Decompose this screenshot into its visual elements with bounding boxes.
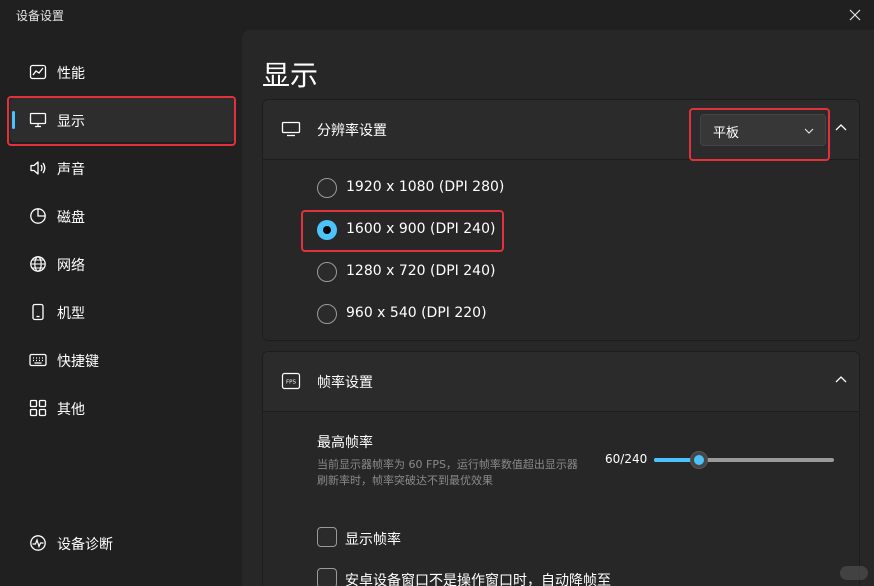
sidebar: 性能 显示 声音 磁盘 网络 机型 快捷键 其他 设备诊断 (0, 30, 242, 586)
sidebar-item-label: 显示 (57, 114, 85, 130)
resolution-option-label: 960 x 540 (DPI 220) (346, 305, 487, 321)
resolution-option[interactable]: 960 x 540 (DPI 220) (317, 302, 617, 326)
resolution-option-selected[interactable]: 1600 x 900 (DPI 240) (317, 218, 617, 242)
resolution-card-header[interactable]: 分辨率设置 平板 (263, 100, 859, 158)
grid-icon (29, 399, 47, 417)
sidebar-item-shortcuts[interactable]: 快捷键 (10, 338, 234, 382)
show-fps-label: 显示帧率 (345, 532, 401, 548)
fps-card-header[interactable]: FPS 帧率设置 (263, 352, 859, 410)
fps-settings: 最高帧率 当前显示器帧率为 60 FPS，运行帧率数值超出显示器刷新率时，帧率突… (263, 411, 859, 586)
diagnostics-icon (30, 535, 46, 551)
fps-slider[interactable] (654, 450, 834, 470)
monitor-icon (29, 112, 47, 128)
chevron-up-icon[interactable] (835, 122, 847, 134)
speaker-icon (30, 161, 46, 175)
max-fps-title: 最高帧率 (317, 435, 373, 451)
fps-value: 60/240 (605, 452, 648, 466)
chevron-up-icon[interactable] (835, 374, 847, 386)
phone-icon (32, 303, 44, 321)
sidebar-item-label: 声音 (57, 162, 85, 178)
auto-reduce-fps-checkbox[interactable] (317, 568, 337, 586)
radio-button[interactable] (317, 262, 337, 282)
performance-chart-icon (29, 64, 47, 80)
sidebar-item-sound[interactable]: 声音 (10, 146, 234, 190)
device-type-select[interactable]: 平板 (700, 114, 826, 146)
sidebar-item-display[interactable]: 显示 (10, 98, 234, 142)
sidebar-item-disk[interactable]: 磁盘 (10, 194, 234, 238)
close-button[interactable] (844, 4, 866, 26)
disk-pie-icon (30, 208, 46, 224)
window-title: 设备设置 (16, 9, 65, 23)
sidebar-item-performance[interactable]: 性能 (10, 50, 234, 94)
main-panel: 显示 分辨率设置 平板 1920 x 1080 (DPI 280) 1600 x… (242, 30, 874, 586)
radio-button[interactable] (317, 178, 337, 198)
fps-icon-text: FPS (286, 380, 296, 386)
keyboard-icon (29, 353, 47, 367)
globe-icon (30, 256, 46, 272)
fps-label: 帧率设置 (317, 375, 373, 391)
resolution-option[interactable]: 1280 x 720 (DPI 240) (317, 260, 617, 284)
page-title: 显示 (262, 59, 319, 92)
resolution-option[interactable]: 1920 x 1080 (DPI 280) (317, 176, 617, 200)
resolution-option-label: 1920 x 1080 (DPI 280) (346, 179, 505, 195)
show-fps-option[interactable]: 显示帧率 (317, 527, 677, 549)
sidebar-item-label: 网络 (57, 258, 85, 274)
max-fps-description: 当前显示器帧率为 60 FPS，运行帧率数值超出显示器刷新率时，帧率突破达不到最… (317, 458, 578, 487)
show-fps-checkbox[interactable] (317, 527, 337, 547)
radio-button-checked[interactable] (317, 220, 337, 240)
sidebar-item-label: 性能 (57, 66, 85, 82)
sidebar-item-diagnostics[interactable]: 设备诊断 (10, 521, 234, 565)
sidebar-item-label: 快捷键 (57, 354, 99, 370)
fps-card: FPS 帧率设置 最高帧率 当前显示器帧率为 60 FPS，运行帧率数值超出显示… (262, 351, 860, 586)
sidebar-item-label: 其他 (57, 402, 85, 418)
monitor-icon (281, 121, 301, 137)
resolution-label: 分辨率设置 (317, 123, 387, 139)
radio-button[interactable] (317, 304, 337, 324)
close-icon (849, 9, 861, 21)
device-type-value: 平板 (713, 126, 740, 141)
sidebar-item-label: 设备诊断 (57, 537, 113, 553)
sidebar-item-other[interactable]: 其他 (10, 386, 234, 430)
sidebar-item-network[interactable]: 网络 (10, 242, 234, 286)
auto-reduce-fps-option[interactable]: 安卓设备窗口不是操作窗口时，自动降帧至 (317, 568, 677, 586)
resolution-option-label: 1600 x 900 (DPI 240) (346, 221, 496, 237)
auto-reduce-fps-label: 安卓设备窗口不是操作窗口时，自动降帧至 (345, 573, 611, 586)
watermark-badge (840, 566, 868, 580)
resolution-card: 分辨率设置 平板 1920 x 1080 (DPI 280) 1600 x 90… (262, 99, 860, 341)
sidebar-item-label: 磁盘 (57, 210, 85, 226)
chevron-down-icon (804, 128, 814, 134)
sidebar-item-model[interactable]: 机型 (10, 290, 234, 334)
slider-thumb[interactable] (690, 451, 708, 469)
fps-icon: FPS (281, 372, 301, 390)
title-bar: 设备设置 (0, 0, 874, 30)
sidebar-item-label: 机型 (57, 306, 85, 322)
resolution-options: 1920 x 1080 (DPI 280) 1600 x 900 (DPI 24… (263, 159, 859, 340)
resolution-option-label: 1280 x 720 (DPI 240) (346, 263, 496, 279)
